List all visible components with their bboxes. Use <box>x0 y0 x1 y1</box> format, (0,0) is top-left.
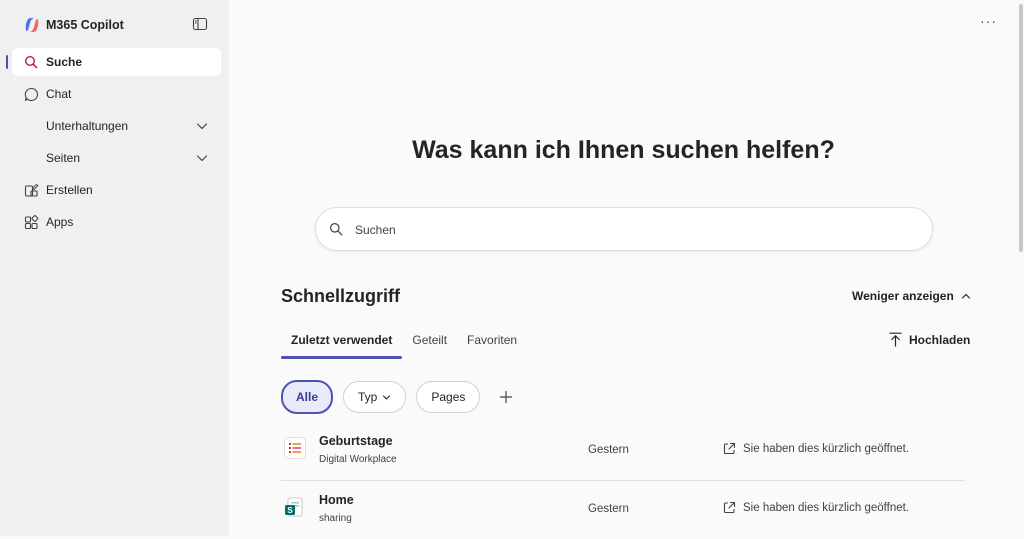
add-filter-icon[interactable] <box>496 387 516 407</box>
tab-favoriten[interactable]: Favoriten <box>457 329 527 357</box>
scrollbar-thumb[interactable] <box>1019 4 1023 252</box>
sidebar-item-apps[interactable]: Apps <box>12 208 221 236</box>
chat-icon <box>23 86 39 102</box>
upload-button[interactable]: Hochladen <box>889 332 970 347</box>
filter-chip-typ[interactable]: Typ <box>343 381 407 413</box>
file-name[interactable]: Home <box>319 493 354 507</box>
app-title: M365 Copilot <box>46 18 124 32</box>
filter-chip-alle[interactable]: Alle <box>281 380 334 414</box>
sidebar: M365 Copilot Suche Chat Unterhaltungen S… <box>0 0 229 536</box>
sidebar-item-seiten[interactable]: Seiten <box>12 144 221 172</box>
sidebar-item-label: Apps <box>46 215 74 229</box>
chevron-down-icon <box>196 123 208 130</box>
sidebar-item-unterhaltungen[interactable]: Unterhaltungen <box>12 112 221 140</box>
sidebar-item-label: Chat <box>46 87 72 101</box>
show-less-label: Weniger anzeigen <box>852 289 954 303</box>
file-row[interactable]: S Home sharing Gestern Sie haben dies kü… <box>281 481 965 539</box>
filter-chips: Alle Typ Pages <box>281 380 516 414</box>
upload-icon <box>889 332 902 347</box>
search-icon <box>330 223 343 236</box>
search-box[interactable] <box>315 207 933 251</box>
section-title-quick-access: Schnellzugriff <box>281 286 401 306</box>
more-options-icon[interactable]: ··· <box>980 14 996 32</box>
svg-text:S: S <box>287 506 293 515</box>
file-row[interactable]: Geburtstage Digital Workplace Gestern Si… <box>281 422 965 480</box>
sidebar-toggle-icon[interactable] <box>192 16 208 32</box>
sidebar-item-suche[interactable]: Suche <box>6 48 221 76</box>
filter-chip-label: Pages <box>431 390 466 404</box>
filter-chip-pages[interactable]: Pages <box>416 381 481 413</box>
file-location: sharing <box>319 513 352 524</box>
sidebar-item-erstellen[interactable]: Erstellen <box>12 176 221 204</box>
sidebar-item-label: Erstellen <box>46 183 93 197</box>
apps-icon <box>23 214 39 230</box>
active-indicator <box>6 55 8 69</box>
file-activity: Sie haben dies kürzlich geöffnet. <box>723 501 909 514</box>
copilot-logo-icon <box>25 18 39 32</box>
file-activity: Sie haben dies kürzlich geöffnet. <box>723 442 909 455</box>
search-input[interactable] <box>353 219 917 241</box>
file-date: Gestern <box>588 444 629 456</box>
sidebar-nav: Suche Chat Unterhaltungen Seiten Erstell… <box>0 48 229 240</box>
filter-chip-label: Typ <box>358 390 378 404</box>
tab-geteilt[interactable]: Geteilt <box>402 329 457 357</box>
sidebar-item-label: Unterhaltungen <box>46 119 129 133</box>
chevron-up-icon <box>961 293 970 299</box>
file-date: Gestern <box>588 503 629 515</box>
open-external-icon <box>723 501 736 514</box>
file-activity-label: Sie haben dies kürzlich geöffnet. <box>743 442 910 455</box>
brand[interactable]: M365 Copilot <box>24 16 124 34</box>
page-title: Was kann ich Ihnen suchen helfen? <box>412 136 835 164</box>
file-location: Digital Workplace <box>319 454 397 465</box>
create-icon <box>23 182 39 198</box>
file-activity-label: Sie haben dies kürzlich geöffnet. <box>743 501 910 514</box>
list-icon <box>284 437 306 459</box>
file-name[interactable]: Geburtstage <box>319 434 393 448</box>
show-less-button[interactable]: Weniger anzeigen <box>852 289 972 303</box>
filter-chip-label: Alle <box>296 390 319 404</box>
open-external-icon <box>723 442 736 455</box>
sidebar-item-chat[interactable]: Chat <box>12 80 221 108</box>
upload-label: Hochladen <box>909 332 971 347</box>
scrollbar[interactable] <box>1018 0 1024 536</box>
quick-access-tabs: Zuletzt verwendet Geteilt Favoriten <box>281 329 527 359</box>
chevron-down-icon <box>196 155 208 162</box>
sidebar-item-label: Seiten <box>46 151 81 165</box>
sharepoint-icon: S <box>285 497 303 517</box>
sidebar-item-label: Suche <box>46 55 83 69</box>
search-icon <box>23 54 39 70</box>
tab-zuletzt-verwendet[interactable]: Zuletzt verwendet <box>281 329 403 359</box>
chevron-down-icon <box>383 394 391 400</box>
